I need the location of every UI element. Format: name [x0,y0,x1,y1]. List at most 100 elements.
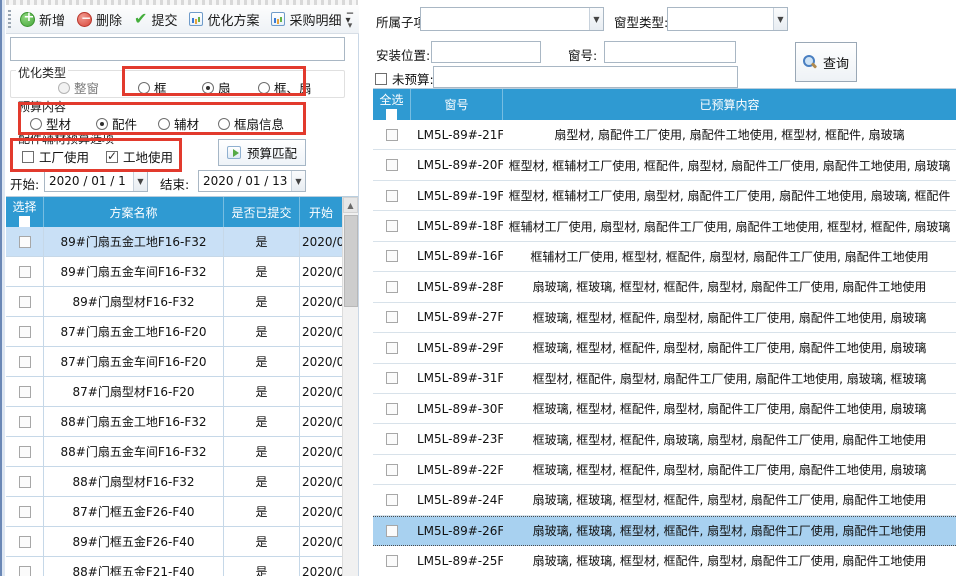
plan-table-row[interactable]: 87#门扇五金车间F16-F20是2020/0 [6,347,358,377]
plan-table-scrollbar[interactable] [342,197,358,576]
no-budget-input[interactable] [433,66,738,88]
plan-table-row[interactable]: 89#门框五金F26-F40是2020/0 [6,527,358,557]
row-checkbox[interactable] [19,236,31,248]
window-no-column-header[interactable]: 窗号 [411,89,503,120]
window-table-row[interactable]: LM5L-89#-16F15框辅材工厂使用, 框型材, 框配件, 扇型材, 扇配… [373,242,956,272]
window-table-row[interactable]: LM5L-89#-21F19扇型材, 扇配件工厂使用, 扇配件工地使用, 框型材… [373,120,956,150]
plan-table-row[interactable]: 87#门框五金F26-F40是2020/0 [6,497,358,527]
start-column-header[interactable]: 开始 [300,197,342,227]
window-table-row[interactable]: LM5L-89#-28F26扇玻璃, 框玻璃, 框型材, 框配件, 扇型材, 扇… [373,272,956,302]
row-checkbox[interactable] [386,250,398,262]
factory-use-checkbox[interactable]: 工厂使用 [22,147,89,166]
row-checkbox[interactable] [386,494,398,506]
window-table-row[interactable]: LM5L-89#-22F20框玻璃, 框型材, 框配件, 扇型材, 扇配件工厂使… [373,455,956,485]
scrollbar-thumb[interactable] [344,215,358,307]
query-button[interactable]: 查询 [795,42,857,82]
plan-table-row[interactable]: 87#门扇五金工地F16-F20是2020/0 [6,317,358,347]
submit-button[interactable]: 提交 [128,7,183,32]
delete-button[interactable]: 删除 [71,7,128,32]
row-select-cell [6,287,44,316]
row-checkbox[interactable] [386,159,398,171]
window-table-row[interactable]: LM5L-89#-20F18框型材, 框辅材工厂使用, 框配件, 扇型材, 扇配… [373,150,956,180]
purchase-detail-label: 采购明细 [289,10,341,29]
radio-whole-window[interactable]: 整窗 [58,78,99,97]
window-table-row[interactable]: LM5L-89#-25F23扇玻璃, 框玻璃, 框型材, 框配件, 扇型材, 扇… [373,546,956,576]
vertical-splitter[interactable] [0,0,5,576]
row-checkbox[interactable] [19,536,31,548]
optimize-plan-button[interactable]: 优化方案 [183,7,265,32]
row-checkbox[interactable] [386,281,398,293]
select-all-checkbox[interactable] [386,109,397,120]
window-table-row[interactable]: LM5L-89#-18F16框辅材工厂使用, 扇型材, 扇配件工厂使用, 扇配件… [373,211,956,241]
row-checkbox[interactable] [386,433,398,445]
plan-table-row[interactable]: 87#门扇型材F16-F20是2020/0 [6,377,358,407]
row-checkbox[interactable] [386,220,398,232]
dropdown-arrow-icon[interactable] [773,8,787,30]
row-checkbox[interactable] [19,326,31,338]
window-table-row[interactable]: LM5L-89#-30F28框玻璃, 框型材, 框配件, 扇型材, 扇配件工厂使… [373,394,956,424]
radio-auxiliary[interactable]: 辅材 [158,114,199,133]
submitted-column-header[interactable]: 是否已提交 [224,197,300,227]
dropdown-arrow-icon[interactable] [589,8,603,30]
row-checkbox[interactable] [386,342,398,354]
sub-item-select[interactable] [420,7,604,31]
window-table-row[interactable]: LM5L-89#-31F29框型材, 框配件, 扇型材, 扇配件工厂使用, 扇配… [373,364,956,394]
row-checkbox[interactable] [386,464,398,476]
plan-table-row[interactable]: 88#门扇五金工地F16-F32是2020/0 [6,407,358,437]
install-position-input[interactable] [431,41,541,63]
radio-sash[interactable]: 扇 [202,78,231,97]
row-checkbox[interactable] [386,403,398,415]
plan-name-column-header[interactable]: 方案名称 [44,197,224,227]
row-checkbox[interactable] [386,555,398,567]
end-date-picker[interactable]: 2020 / 01 / 13 [198,170,306,192]
row-checkbox[interactable] [19,566,31,576]
budget-match-button[interactable]: 预算匹配 [218,139,306,166]
window-table-row[interactable]: LM5L-89#-29F27框玻璃, 框型材, 框配件, 扇型材, 扇配件工厂使… [373,333,956,363]
scroll-up-arrow[interactable] [343,197,358,213]
start-date-picker[interactable]: 2020 / 01 / 1 [44,170,148,192]
row-checkbox[interactable] [386,129,398,141]
row-checkbox[interactable] [19,416,31,428]
row-checkbox[interactable] [19,386,31,398]
window-table-row[interactable]: LM5L-89#-26F24扇玻璃, 框玻璃, 框型材, 框配件, 扇型材, 扇… [373,516,956,546]
add-button[interactable]: 新增 [14,7,71,32]
radio-frame[interactable]: 框 [138,78,167,97]
toolbar-grip[interactable] [8,10,11,29]
row-checkbox[interactable] [19,446,31,458]
window-no-input[interactable] [604,41,736,63]
row-checkbox[interactable] [19,266,31,278]
window-table-row[interactable]: LM5L-89#-23F21框玻璃, 框型材, 框配件, 扇玻璃, 扇型材, 扇… [373,424,956,454]
row-checkbox[interactable] [19,296,31,308]
toolbar-overflow-button[interactable] [343,11,357,29]
plan-table-row[interactable]: 88#门扇五金车间F16-F32是2020/0 [6,437,358,467]
dropdown-arrow-icon[interactable] [291,171,305,191]
plan-table-row[interactable]: 89#门扇五金工地F16-F32是2020/0 [6,227,358,257]
select-all-checkbox[interactable] [19,216,30,227]
dropdown-arrow-icon[interactable] [133,171,147,191]
radio-icon [30,118,42,130]
row-checkbox[interactable] [19,506,31,518]
radio-frame-sash[interactable]: 框、扇 [258,78,312,97]
budgeted-content-column-header[interactable]: 已预算内容 [503,89,956,120]
row-checkbox[interactable] [19,356,31,368]
no-budget-checkbox[interactable]: 未预算: [375,69,434,88]
plan-table-row[interactable]: 88#门扇型材F16-F32是2020/0 [6,467,358,497]
window-table-row[interactable]: LM5L-89#-27F25框玻璃, 框型材, 框配件, 扇型材, 扇配件工厂使… [373,303,956,333]
budgeted-content-cell: 框型材, 框辅材工厂使用, 框配件, 扇型材, 扇配件工厂使用, 扇配件工地使用… [503,150,956,179]
row-checkbox[interactable] [386,190,398,202]
radio-frame-sash-info[interactable]: 框扇信息 [218,114,284,133]
plan-search-input[interactable] [10,37,345,61]
row-checkbox[interactable] [19,476,31,488]
window-no-cell: LM5L-89#-28F26 [411,272,503,301]
plan-table-row[interactable]: 89#门扇五金车间F16-F32是2020/0 [6,257,358,287]
row-checkbox[interactable] [386,525,398,537]
window-table-row[interactable]: LM5L-89#-24F22扇玻璃, 框玻璃, 框型材, 框配件, 扇型材, 扇… [373,485,956,515]
window-table-row[interactable]: LM5L-89#-19F17框型材, 框辅材工厂使用, 扇型材, 扇配件工厂使用… [373,181,956,211]
submitted-cell: 是 [224,377,300,406]
row-checkbox[interactable] [386,372,398,384]
window-type-select[interactable] [667,7,788,31]
plan-table-row[interactable]: 88#门框五金F21-F40是2020/0 [6,557,358,576]
site-use-checkbox[interactable]: 工地使用 [106,147,173,166]
plan-table-row[interactable]: 89#门扇型材F16-F32是2020/0 [6,287,358,317]
row-checkbox[interactable] [386,311,398,323]
